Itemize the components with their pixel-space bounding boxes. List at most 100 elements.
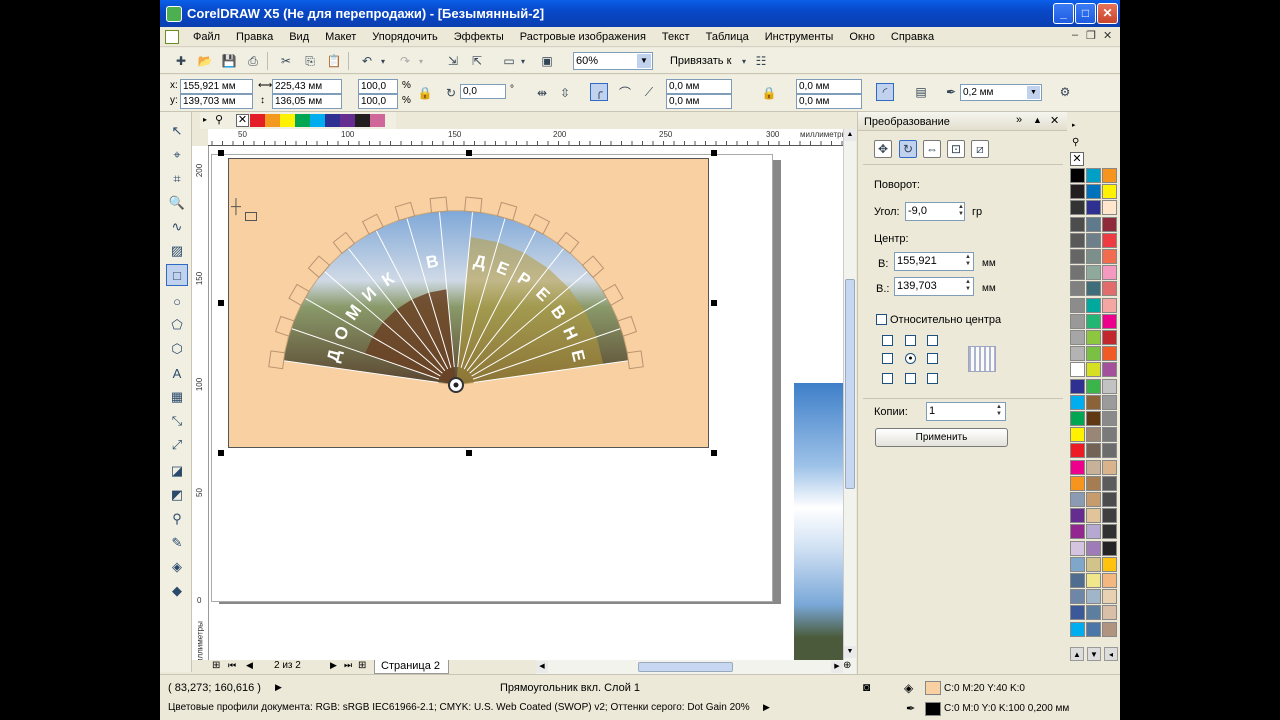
palette-swatch[interactable] (1070, 313, 1085, 329)
palette-swatch[interactable] (1070, 492, 1085, 507)
mirror-horizontal-icon[interactable]: ⇹ (533, 84, 551, 102)
swatch-black[interactable] (355, 114, 370, 127)
anchor-middle-right[interactable] (927, 353, 938, 364)
palette-swatch[interactable] (1086, 492, 1101, 507)
palette-swatch[interactable] (1086, 184, 1101, 200)
apply-button[interactable]: Применить (875, 428, 1008, 447)
palette-swatch[interactable] (1070, 540, 1085, 556)
palette-swatch[interactable] (1102, 556, 1117, 572)
swatch-blue[interactable] (325, 114, 340, 127)
palette-swatch[interactable] (1070, 508, 1085, 524)
minimize-button[interactable]: _ (1053, 3, 1074, 24)
menu-tools[interactable]: Инструменты (757, 31, 842, 43)
width-field[interactable]: 225,43 мм (272, 79, 342, 94)
next-page-icon[interactable]: ▶ (330, 660, 337, 671)
options-icon[interactable]: ☷ (752, 52, 770, 70)
last-page-icon[interactable]: ⏭ (344, 660, 352, 671)
palette-eyedropper-icon[interactable]: ⚲ (1072, 137, 1079, 148)
chamfer-corner-icon[interactable]: ⟋ (640, 83, 658, 101)
palette-swatch[interactable] (1070, 200, 1085, 216)
palette-swatch[interactable] (1086, 524, 1101, 540)
center-x-field[interactable]: 155,921 (894, 252, 974, 271)
center-y-spinner-icon[interactable]: ▲ ▼ (963, 279, 973, 294)
crop-tool-icon[interactable]: ⌗ (166, 168, 188, 190)
palette-swatch[interactable] (1070, 394, 1085, 410)
palette-swatch[interactable] (1070, 168, 1085, 183)
page-tab[interactable]: Страница 2 (374, 660, 450, 674)
palette-swatch[interactable] (1086, 281, 1101, 297)
doc-minimize-icon[interactable]: – (1072, 29, 1078, 41)
basic-shapes-tool-icon[interactable]: ⬡ (166, 338, 188, 360)
document-icon[interactable] (165, 29, 179, 44)
palette-swatch[interactable] (1102, 605, 1117, 621)
palette-swatch[interactable] (1070, 249, 1085, 264)
text-tool-icon[interactable]: A (166, 362, 188, 384)
swatch-red[interactable] (250, 114, 265, 127)
cut-icon[interactable]: ✂ (277, 52, 295, 70)
palette-swatch[interactable] (1070, 621, 1085, 637)
connector-tool-icon[interactable]: ⤢ (166, 434, 188, 456)
scallop-corner-icon[interactable]: ⌒ (616, 83, 634, 101)
menu-effects[interactable]: Эффекты (446, 31, 512, 43)
palette-swatch[interactable] (1070, 362, 1085, 378)
freehand-tool-icon[interactable]: ∿ (166, 216, 188, 238)
fill-color-swatch[interactable] (925, 681, 941, 695)
horizontal-ruler[interactable]: 50 100 150 200 250 300 миллиметры (208, 129, 856, 146)
polygon-tool-icon[interactable]: ⬠ (166, 314, 188, 336)
palette-swatch[interactable] (1070, 346, 1085, 362)
palette-swatch[interactable] (1086, 411, 1101, 426)
redo-dropdown-icon[interactable]: ▾ (412, 52, 430, 70)
chevron-down-icon[interactable]: ▼ (637, 54, 651, 68)
close-docker-icon[interactable]: ✕ (1050, 114, 1059, 127)
scale-y-field[interactable]: 100,0 (358, 94, 398, 109)
selection-handle[interactable] (711, 300, 717, 306)
palette-swatch[interactable] (1102, 394, 1117, 410)
chevron-down-icon[interactable]: ▼ (1027, 86, 1040, 99)
doc-close-icon[interactable]: ✕ (1103, 29, 1112, 42)
menu-layout[interactable]: Макет (317, 31, 364, 43)
palette-swatch[interactable] (1086, 556, 1101, 572)
doc-restore-icon[interactable]: ❐ (1086, 29, 1096, 42)
interactive-fill-tool-icon[interactable]: ◆ (166, 580, 188, 602)
palette-swatch[interactable] (1086, 313, 1101, 329)
size-mode-icon[interactable]: ⊡ (947, 140, 965, 158)
vertical-scroll-thumb[interactable] (845, 279, 855, 489)
swatch-orange[interactable] (265, 114, 280, 127)
mirror-vertical-icon[interactable]: ⇳ (556, 84, 574, 102)
angle-spinner-icon[interactable]: ▲ ▼ (956, 204, 966, 219)
selection-handle[interactable] (711, 450, 717, 456)
palette-swatch[interactable] (1086, 330, 1101, 345)
skew-mode-icon[interactable]: ⧄ (971, 140, 989, 158)
palette-swatch[interactable] (1070, 556, 1085, 572)
smart-fill-tool-icon[interactable]: ▨ (166, 240, 188, 262)
round-corner-icon[interactable]: ╭ (590, 83, 608, 101)
palette-swatch[interactable] (1070, 232, 1085, 248)
palette-swatch[interactable] (1102, 411, 1117, 426)
palette-swatch[interactable] (1102, 443, 1117, 459)
swatch-green[interactable] (295, 114, 310, 127)
palette-swatch[interactable] (1086, 573, 1101, 588)
profile-arrow-icon[interactable]: ▶ (763, 702, 770, 713)
palette-swatch[interactable] (1070, 184, 1085, 200)
navigator-icon[interactable]: ⊕ (843, 660, 851, 671)
vertical-ruler[interactable]: 200 150 100 50 0 миллиметры (192, 146, 209, 669)
corner-bottom-right-field[interactable]: 0,0 мм (796, 94, 862, 109)
palette-swatch[interactable] (1086, 589, 1101, 605)
palette-expand-icon[interactable]: ◂ (1104, 647, 1118, 661)
corner-top-right-field[interactable]: 0,0 мм (796, 79, 862, 94)
save-icon[interactable]: 💾 (220, 52, 238, 70)
selection-handle[interactable] (218, 300, 224, 306)
palette-swatch[interactable] (1102, 524, 1117, 540)
palette-swatch[interactable] (1070, 216, 1085, 232)
palette-swatch[interactable] (1102, 249, 1117, 264)
horizontal-scrollbar[interactable]: ◀ ▶ ⊕ (536, 660, 856, 674)
undo-dropdown-icon[interactable]: ▾ (374, 52, 392, 70)
drawing-canvas[interactable]: ДОМИКВДЕРЕВНЕ ┼ (209, 146, 843, 660)
menu-arrange[interactable]: Упорядочить (364, 31, 445, 43)
dimension-tool-icon[interactable]: ⤡ (166, 410, 188, 432)
position-mode-icon[interactable]: ✥ (874, 140, 892, 158)
selection-handle[interactable] (711, 150, 717, 156)
color-profile-text[interactable]: Цветовые профили документа: RGB: sRGB IE… (168, 702, 750, 713)
palette-swatch[interactable] (1086, 540, 1101, 556)
eyedropper-tool-icon[interactable]: ⚲ (166, 508, 188, 530)
